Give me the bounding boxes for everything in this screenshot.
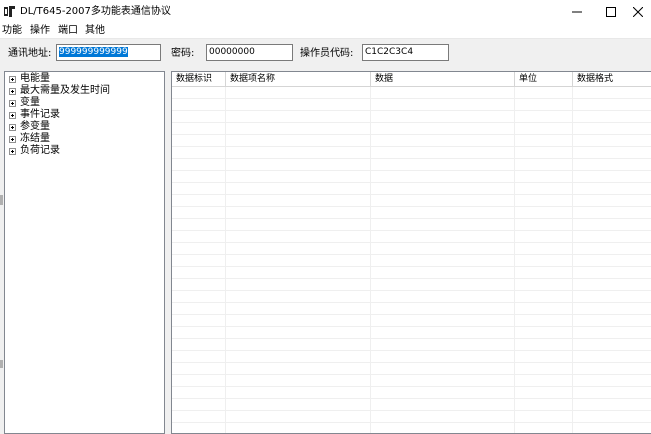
expand-plus-icon[interactable]	[9, 75, 16, 83]
expand-plus-icon[interactable]	[9, 123, 16, 131]
column-header-name[interactable]: 数据项名称	[226, 72, 371, 86]
maximize-icon	[606, 7, 616, 17]
close-icon	[632, 7, 643, 17]
tree-node-label: 参变量	[20, 121, 50, 132]
splitter-mark-top	[0, 195, 3, 205]
tree-node-energy[interactable]: 电能量	[9, 73, 50, 85]
tree-node-label: 事件记录	[20, 109, 60, 120]
password-label: 密码:	[171, 48, 195, 59]
column-header-data[interactable]: 数据	[371, 72, 515, 86]
minimize-button[interactable]	[560, 0, 594, 24]
column-header-id[interactable]: 数据标识	[172, 72, 226, 86]
operator-input[interactable]: C1C2C3C4	[362, 44, 449, 61]
password-input[interactable]: 00000000	[206, 44, 293, 61]
tree-node-label: 最大需量及发生时间	[20, 85, 110, 96]
column-divider	[514, 87, 515, 433]
expand-plus-icon[interactable]	[9, 111, 16, 119]
tree-node-parameters[interactable]: 参变量	[9, 121, 50, 133]
column-header-format[interactable]: 数据格式	[573, 72, 651, 86]
menu-function[interactable]: 功能	[2, 24, 22, 38]
data-tree[interactable]: 电能量 最大需量及发生时间 变量 事件记录 参变量 冻结量 负荷记录	[4, 71, 165, 434]
app-icon	[3, 5, 16, 18]
menu-bar: 功能 操作 端口 其他	[0, 24, 651, 39]
grid-body[interactable]	[172, 87, 651, 433]
column-divider	[572, 87, 573, 433]
column-header-unit[interactable]: 单位	[515, 72, 573, 86]
tree-node-load-records[interactable]: 负荷记录	[9, 145, 60, 157]
tree-node-max-demand[interactable]: 最大需量及发生时间	[9, 85, 110, 97]
tree-node-frozen[interactable]: 冻结量	[9, 133, 50, 145]
menu-other[interactable]: 其他	[85, 24, 105, 38]
expand-plus-icon[interactable]	[9, 87, 16, 95]
operator-label: 操作员代码:	[300, 48, 354, 59]
expand-plus-icon[interactable]	[9, 135, 16, 143]
address-label: 通讯地址:	[8, 48, 52, 59]
minimize-icon	[572, 11, 582, 13]
tree-node-label: 负荷记录	[20, 145, 60, 156]
data-grid[interactable]: 数据标识 数据项名称 数据 单位 数据格式	[171, 71, 651, 434]
tree-node-label: 冻结量	[20, 133, 50, 144]
menu-port[interactable]: 端口	[58, 24, 78, 38]
menu-operation[interactable]: 操作	[30, 24, 50, 38]
tree-node-label: 变量	[20, 97, 40, 108]
expand-plus-icon[interactable]	[9, 147, 16, 155]
tree-node-variables[interactable]: 变量	[9, 97, 40, 109]
close-button[interactable]	[624, 0, 651, 24]
column-divider	[370, 87, 371, 433]
window-title: DL/T645-2007多功能表通信协议	[20, 6, 171, 17]
expand-plus-icon[interactable]	[9, 99, 16, 107]
address-value: 999999999999	[59, 47, 128, 57]
address-input[interactable]: 999999999999	[56, 44, 161, 61]
grid-header: 数据标识 数据项名称 数据 单位 数据格式	[172, 72, 651, 87]
tree-node-label: 电能量	[20, 73, 50, 84]
tree-node-events[interactable]: 事件记录	[9, 109, 60, 121]
maximize-button[interactable]	[594, 0, 628, 24]
splitter-mark-bottom	[0, 360, 3, 368]
column-divider	[225, 87, 226, 433]
title-bar[interactable]: DL/T645-2007多功能表通信协议	[0, 0, 651, 24]
